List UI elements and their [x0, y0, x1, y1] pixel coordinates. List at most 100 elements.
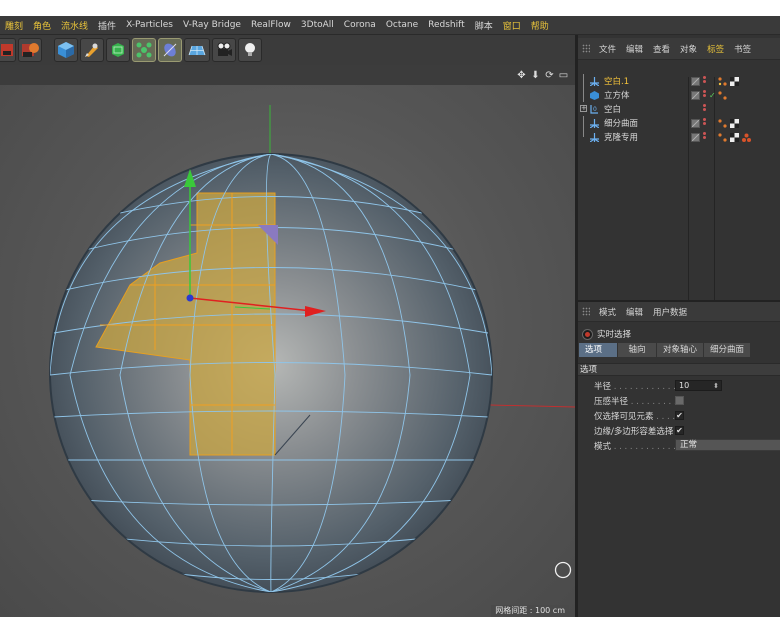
- menu-plugins[interactable]: 插件: [93, 19, 121, 32]
- menu-3dtoall[interactable]: 3DtoAll: [296, 20, 339, 30]
- tag-cluster-icon[interactable]: [718, 76, 727, 86]
- subdivision-icon: [590, 118, 599, 128]
- 3d-viewport[interactable]: 网格间距 : 100 cm: [0, 85, 575, 617]
- rotate-view-icon[interactable]: ⟳: [544, 70, 555, 81]
- floor-icon[interactable]: [184, 38, 210, 62]
- menu-window[interactable]: 窗口: [498, 19, 526, 32]
- menu-x-particles[interactable]: X-Particles: [121, 20, 178, 30]
- tag-cluster-icon[interactable]: [718, 118, 727, 128]
- cube-icon[interactable]: [54, 38, 78, 62]
- visibility-toggle[interactable]: [691, 132, 700, 142]
- scene-render-icon[interactable]: [0, 38, 16, 62]
- menu-character[interactable]: 角色: [28, 19, 56, 32]
- object-row-null[interactable]: + 0 空白: [578, 102, 780, 116]
- object-name[interactable]: 空白.1: [604, 75, 629, 87]
- visible-only-label: 仅选择可见元素 . . . .: [594, 412, 676, 422]
- object-name[interactable]: 立方体: [604, 89, 630, 101]
- attribute-manager: 模式 编辑 用户数据 实时选择 选项 轴向 对象轴心 细分曲面 选项 半径 . …: [578, 300, 780, 617]
- pressure-radius-row: 压感半径 . . . . . . . . .: [578, 393, 780, 408]
- tool-title-row: 实时选择: [578, 325, 780, 343]
- cinema4d-window: 雕刻 角色 流水线 插件 X-Particles V-Ray Bridge Re…: [0, 16, 780, 617]
- tab-options[interactable]: 选项: [579, 343, 617, 357]
- panel-grip-icon[interactable]: [582, 44, 590, 53]
- tag-cluster-icon[interactable]: [718, 90, 727, 100]
- section-options-header: 选项: [578, 363, 780, 376]
- mode-dropdown[interactable]: 正常: [675, 439, 780, 451]
- visible-only-checkbox[interactable]: ✔: [675, 411, 684, 420]
- zoom-view-icon[interactable]: ⬇: [530, 70, 541, 81]
- render-dots[interactable]: [703, 90, 707, 100]
- tab-object-axis[interactable]: 对象轴心: [657, 343, 704, 357]
- om-menu-edit[interactable]: 编辑: [621, 43, 648, 55]
- object-name[interactable]: 克隆专用: [604, 131, 638, 143]
- menu-realflow[interactable]: RealFlow: [246, 20, 296, 30]
- visibility-toggle[interactable]: [691, 90, 700, 100]
- maximize-view-icon[interactable]: ▭: [558, 70, 569, 81]
- menu-sculpt[interactable]: 雕刻: [0, 19, 28, 32]
- object-row-cube[interactable]: 立方体 ✓: [578, 88, 780, 102]
- menu-script[interactable]: 脚本: [470, 19, 498, 32]
- tag-list: [718, 132, 751, 142]
- menu-pipeline[interactable]: 流水线: [56, 19, 93, 32]
- move-view-icon[interactable]: ✥: [516, 70, 527, 81]
- menu-octane[interactable]: Octane: [381, 20, 423, 30]
- om-menu-tags[interactable]: 标签: [702, 43, 729, 55]
- edge-polygon-tolerance-label: 边缘/多边形容差选择: [594, 427, 674, 437]
- render-settings-icon[interactable]: [18, 38, 42, 62]
- radius-row: 半径 . . . . . . . . . . . . 10 ⬍: [578, 378, 780, 393]
- checker-tag-icon[interactable]: [730, 76, 739, 86]
- subdivide-icon[interactable]: [106, 38, 130, 62]
- checker-tag-icon[interactable]: [730, 118, 739, 128]
- menu-corona[interactable]: Corona: [339, 20, 381, 30]
- object-name[interactable]: 细分曲面: [604, 117, 638, 129]
- om-menu-view[interactable]: 查看: [648, 43, 675, 55]
- om-menu-object[interactable]: 对象: [675, 43, 702, 55]
- material-tag-icon[interactable]: [742, 133, 751, 142]
- object-name[interactable]: 空白: [604, 103, 621, 115]
- menu-vray-bridge[interactable]: V-Ray Bridge: [178, 20, 246, 30]
- om-menu-file[interactable]: 文件: [594, 43, 621, 55]
- am-menu-edit[interactable]: 编辑: [621, 306, 648, 318]
- render-dots[interactable]: [703, 76, 707, 86]
- render-dots[interactable]: [703, 132, 707, 142]
- pen-icon[interactable]: [80, 38, 104, 62]
- viewport-header: ✥ ⬇ ⟳ ▭: [0, 65, 575, 85]
- tab-subdivision[interactable]: 细分曲面: [704, 343, 751, 357]
- radius-input[interactable]: 10 ⬍: [675, 380, 722, 391]
- object-row-null-1[interactable]: 空白.1: [578, 74, 780, 88]
- mode-label: 模式 . . . . . . . . . . . .: [594, 442, 676, 452]
- enabled-check-icon[interactable]: ✓: [709, 91, 716, 100]
- am-menu-mode[interactable]: 模式: [594, 306, 621, 318]
- null-icon: 0: [590, 104, 598, 114]
- checker-tag-icon[interactable]: [730, 132, 739, 142]
- object-row-subdivision[interactable]: 细分曲面: [578, 116, 780, 130]
- tab-axis[interactable]: 轴向: [618, 343, 656, 357]
- sphere-wireframe[interactable]: [0, 85, 575, 617]
- pressure-radius-checkbox[interactable]: [675, 396, 684, 405]
- tag-cluster-icon[interactable]: [718, 132, 727, 142]
- panel-grip-icon[interactable]: [582, 307, 590, 316]
- pressure-radius-label: 压感半径 . . . . . . . . .: [594, 397, 677, 407]
- visibility-toggle[interactable]: [691, 118, 700, 128]
- cloner-icon: [590, 132, 599, 142]
- grid-spacing-label: 网格间距 : 100 cm: [491, 605, 569, 617]
- menu-help[interactable]: 帮助: [526, 19, 554, 32]
- cloner-icon[interactable]: [132, 38, 156, 62]
- edge-polygon-tolerance-checkbox[interactable]: ✔: [675, 426, 684, 435]
- camera-icon[interactable]: [212, 38, 236, 62]
- menu-bar: 雕刻 角色 流水线 插件 X-Particles V-Ray Bridge Re…: [0, 16, 780, 35]
- light-icon[interactable]: [238, 38, 262, 62]
- menu-redshift[interactable]: Redshift: [423, 20, 470, 30]
- visibility-toggle[interactable]: [691, 76, 700, 86]
- attribute-manager-menu: 模式 编辑 用户数据: [578, 302, 780, 322]
- stepper-icon[interactable]: ⬍: [713, 381, 719, 391]
- om-menu-bookmarks[interactable]: 书签: [729, 43, 756, 55]
- expand-icon[interactable]: +: [580, 105, 587, 112]
- render-dots[interactable]: [703, 118, 707, 128]
- am-menu-user-data[interactable]: 用户数据: [648, 306, 692, 318]
- tag-list: [718, 90, 727, 100]
- object-row-cloner[interactable]: 克隆专用: [578, 130, 780, 144]
- deformer-icon[interactable]: [158, 38, 182, 62]
- visibility-toggle[interactable]: [691, 105, 700, 114]
- render-dots[interactable]: [703, 104, 707, 114]
